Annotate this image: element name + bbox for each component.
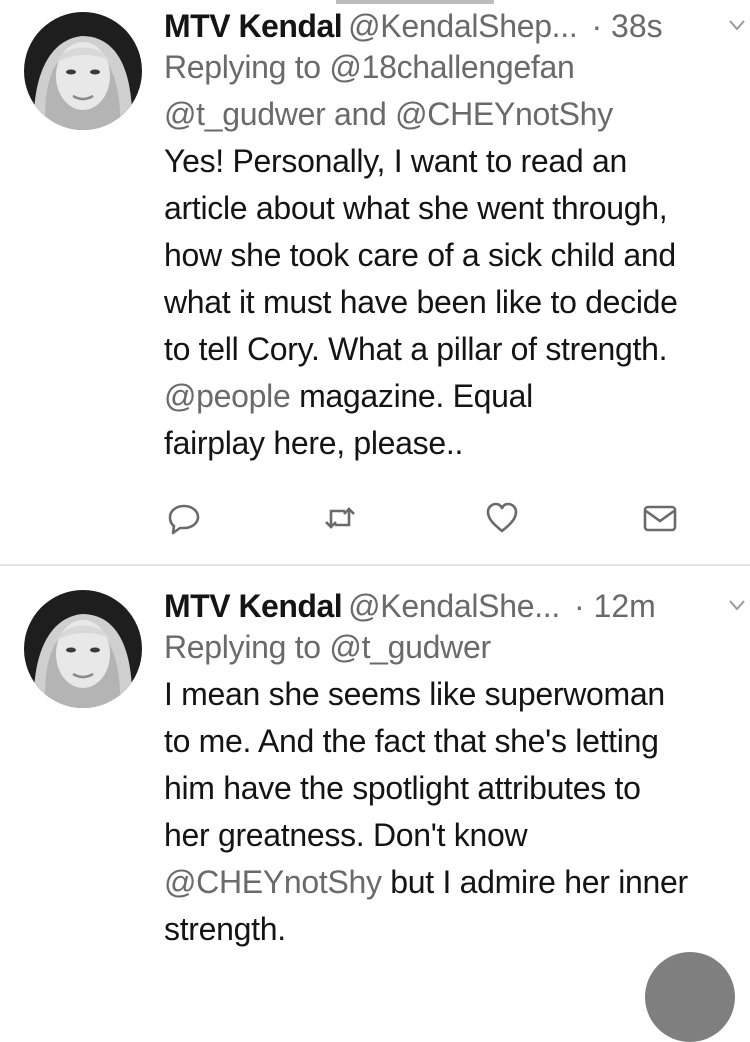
tweet-text-line: him have the spotlight attributes to [164, 770, 641, 806]
mention-link[interactable]: @people [164, 378, 291, 414]
replying-to-continued: @t_gudwer and @CHEYnotShy [164, 91, 750, 138]
compose-button[interactable] [645, 952, 735, 1042]
tweet-text-line: strength. [164, 911, 286, 947]
user-handle[interactable]: @KendalShe... [348, 588, 560, 624]
tweet-text-fragment: magazine. Equal [290, 378, 533, 414]
tweet-text-line: fairplay here, please.. [164, 425, 464, 461]
user-handle[interactable]: @KendalShep... [348, 8, 578, 44]
like-button[interactable] [482, 498, 522, 538]
reply-icon [168, 504, 200, 535]
tweet-text-line: Yes! Personally, I want to read an [164, 143, 627, 179]
tweet-text-line: @people magazine. Equal [164, 373, 750, 420]
display-name[interactable]: MTV Kendal [164, 588, 343, 624]
replying-to-and: and [325, 96, 396, 132]
tweet-text-line: what it must have been like to decide [164, 284, 678, 320]
tweet-card[interactable]: MTV Kendal @KendalShe... · 12m Replying to… [0, 566, 750, 967]
tweet-header: MTV Kendal @KendalShep... · 38s [164, 6, 750, 46]
like-icon [486, 502, 518, 533]
avatar[interactable] [24, 590, 142, 708]
replying-to: Replying to @18challengefan [164, 44, 750, 91]
display-name[interactable]: MTV Kendal [164, 8, 343, 44]
tweet-text-line: how she took care of a sick child and [164, 237, 676, 273]
tweet-header: MTV Kendal @KendalShe... · 12m [164, 586, 750, 626]
timestamp[interactable]: · 12m [574, 588, 656, 624]
retweet-icon [325, 507, 355, 529]
tweet-actions [164, 498, 684, 538]
tweet-text-line: to tell Cory. What a pillar of strength. [164, 331, 668, 367]
tweet-card[interactable]: MTV Kendal @KendalShep... · 38s Replying t… [0, 0, 750, 560]
tweet-content: MTV Kendal @KendalShep... · 38s Replying t… [164, 6, 750, 467]
tweet-content: MTV Kendal @KendalShe... · 12m Replying to… [164, 586, 750, 953]
replying-to-label: Replying to [164, 629, 330, 665]
chevron-down-icon[interactable] [728, 598, 746, 612]
avatar[interactable] [24, 12, 142, 130]
chevron-down-icon[interactable] [728, 18, 746, 32]
tweet-text-line: her greatness. Don't know [164, 817, 528, 853]
tweet-text-line: to me. And the fact that she's letting [164, 723, 659, 759]
mention-link[interactable]: @t_gudwer [329, 629, 491, 665]
timestamp[interactable]: · 38s [591, 8, 662, 44]
mention-link[interactable]: @CHEYnotShy [395, 96, 613, 132]
tweet-text-fragment: but I admire her inner [381, 864, 688, 900]
tweet-text-line: @CHEYnotShy but I admire her inner [164, 859, 750, 906]
mention-link[interactable]: @CHEYnotShy [164, 864, 382, 900]
direct-message-button[interactable] [640, 498, 680, 538]
replying-to-label: Replying to [164, 49, 330, 85]
tweet-text-line: article about what she went through, [164, 190, 668, 226]
direct-message-icon [643, 505, 677, 532]
tweet-text-line: I mean she seems like superwoman [164, 676, 665, 712]
retweet-button[interactable] [320, 498, 360, 538]
mention-link[interactable]: @t_gudwer [164, 96, 326, 132]
reply-button[interactable] [164, 498, 204, 538]
mention-link[interactable]: @18challengefan [329, 49, 574, 85]
replying-to: Replying to @t_gudwer [164, 624, 750, 671]
